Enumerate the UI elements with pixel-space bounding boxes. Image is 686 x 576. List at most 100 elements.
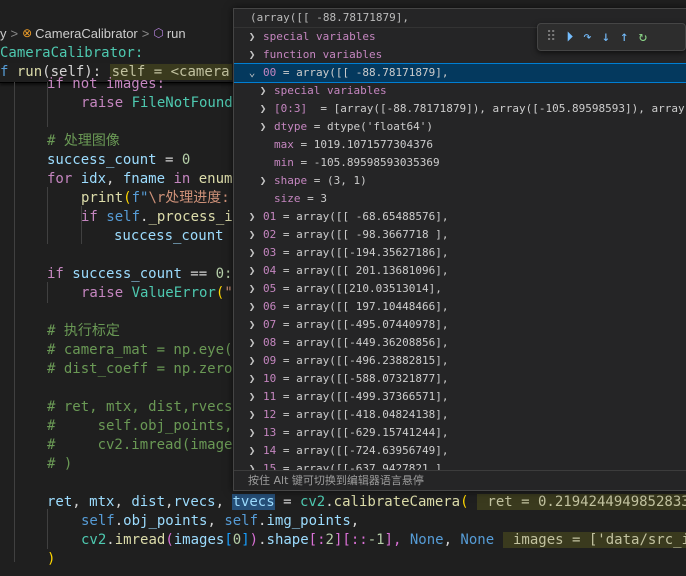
variable-name: 08 bbox=[263, 336, 277, 349]
variable-row[interactable]: ❯ 05 = array([[210.03513014], bbox=[234, 280, 686, 298]
variable-value: = array([[-418.04824138], bbox=[276, 408, 449, 421]
variable-row[interactable]: ❯ 13 = array([[-629.15741244], bbox=[234, 424, 686, 442]
variable-row[interactable]: ❯ 06 = array([[ 197.10448466], bbox=[234, 298, 686, 316]
step-into-icon[interactable]: ↓ bbox=[602, 30, 610, 44]
code-line: if self._process_i bbox=[81, 209, 233, 225]
variable-row[interactable]: ❯ [0:3] = [array([-88.78171879]), array([… bbox=[234, 100, 686, 118]
chevron-right-icon[interactable]: ❯ bbox=[246, 226, 258, 244]
variable-row[interactable]: size = 3 bbox=[234, 190, 686, 208]
indent-guide bbox=[14, 82, 15, 562]
chevron-right-icon[interactable]: ❯ bbox=[246, 352, 258, 370]
variable-name: 07 bbox=[263, 318, 277, 331]
variable-row[interactable]: ❯ 10 = array([[-588.07321877], bbox=[234, 370, 686, 388]
variable-name: size bbox=[274, 192, 301, 205]
gripper-icon[interactable]: ⠿ bbox=[546, 30, 556, 44]
chevron-right-icon[interactable]: ❯ bbox=[246, 388, 258, 406]
variable-text: 03 = array([[-194.35627186], bbox=[263, 244, 448, 262]
step-over-icon[interactable]: ↷ bbox=[583, 30, 591, 44]
variable-value: = array([[-724.63956749], bbox=[276, 444, 449, 457]
variable-row[interactable]: ❯ 11 = array([[-499.37366571], bbox=[234, 388, 686, 406]
chevron-right-icon[interactable]: ❯ bbox=[257, 172, 269, 190]
variable-row[interactable]: ❯ 02 = array([[ -98.3667718 ], bbox=[234, 226, 686, 244]
variable-value: = array([[210.03513014], bbox=[276, 282, 442, 295]
variable-name: 09 bbox=[263, 354, 277, 367]
debug-hover-panel[interactable]: (array([[ -88.78171879], ❯ special variab… bbox=[233, 8, 686, 491]
variable-text: 11 = array([[-499.37366571], bbox=[263, 388, 448, 406]
variable-value: = array([[-629.15741244], bbox=[276, 426, 449, 439]
chevron-right-icon[interactable]: ❯ bbox=[246, 334, 258, 352]
breadcrumb-item-file[interactable]: y bbox=[0, 26, 7, 41]
variable-text: 05 = array([[210.03513014], bbox=[263, 280, 442, 298]
variable-value: = array([[-499.37366571], bbox=[276, 390, 449, 403]
chevron-right-icon[interactable]: ❯ bbox=[257, 82, 269, 100]
variable-row[interactable]: ❯ shape = (3, 1) bbox=[234, 172, 686, 190]
variable-text: max = 1019.1071577304376 bbox=[274, 136, 433, 154]
chevron-right-icon[interactable]: ❯ bbox=[246, 406, 258, 424]
variable-text: dtype = dtype('float64') bbox=[274, 118, 433, 136]
variable-name: dtype bbox=[274, 120, 308, 133]
chevron-right-icon[interactable]: ❯ bbox=[246, 28, 258, 46]
variable-value: = -105.89598593035369 bbox=[293, 156, 440, 169]
chevron-right-icon[interactable]: ❯ bbox=[246, 280, 258, 298]
class-icon: ⊗ bbox=[22, 26, 33, 40]
variable-row[interactable]: ❯ 01 = array([[ -68.65488576], bbox=[234, 208, 686, 226]
variable-row[interactable]: ❯ 07 = array([[-495.07440978], bbox=[234, 316, 686, 334]
variable-value: = array([[ 201.13681096], bbox=[276, 264, 449, 277]
variable-value: = 3 bbox=[300, 192, 327, 205]
chevron-right-icon[interactable]: ❯ bbox=[246, 370, 258, 388]
code-line: print(f"\r处理进度: bbox=[81, 190, 230, 206]
breadcrumb-item-class[interactable]: CameraCalibrator bbox=[35, 26, 138, 41]
chevron-right-icon[interactable]: ❯ bbox=[246, 298, 258, 316]
variable-row[interactable]: ❯ 04 = array([[ 201.13681096], bbox=[234, 262, 686, 280]
sticky-scroll-class[interactable]: CameraCalibrator: bbox=[0, 44, 240, 63]
variable-row[interactable]: ❯ 14 = array([[-724.63956749], bbox=[234, 442, 686, 460]
code-line: success_count = 0 bbox=[47, 152, 191, 168]
code-line: success_count bbox=[114, 228, 224, 244]
variable-text: function variables bbox=[263, 46, 382, 64]
variable-value: = 1019.1071577304376 bbox=[293, 138, 433, 151]
chevron-right-icon[interactable]: ❯ bbox=[246, 424, 258, 442]
variable-name: special variables bbox=[263, 30, 376, 43]
chevron-right-icon[interactable]: ❯ bbox=[246, 442, 258, 460]
variable-row[interactable]: ❯ 08 = array([[-449.36208856], bbox=[234, 334, 686, 352]
inline-value-hint: images = ['data/src_im bbox=[502, 532, 686, 548]
chevron-right-icon[interactable]: ❯ bbox=[246, 244, 258, 262]
variable-row[interactable]: ❯ dtype = dtype('float64') bbox=[234, 118, 686, 136]
variable-name: 02 bbox=[263, 228, 277, 241]
variable-name: 10 bbox=[263, 372, 277, 385]
chevron-down-icon[interactable]: ⌄ bbox=[246, 64, 258, 82]
chevron-right-icon[interactable]: ❯ bbox=[257, 100, 269, 118]
variable-name: 05 bbox=[263, 282, 277, 295]
variable-row[interactable]: max = 1019.1071577304376 bbox=[234, 136, 686, 154]
variable-value: = array([[ -98.3667718 ], bbox=[276, 228, 449, 241]
breadcrumb-item-method[interactable]: run bbox=[167, 26, 186, 41]
step-out-icon[interactable]: ↑ bbox=[620, 30, 628, 44]
variable-name: 11 bbox=[263, 390, 277, 403]
chevron-right-icon[interactable]: ❯ bbox=[246, 316, 258, 334]
restart-icon[interactable]: ↻ bbox=[639, 30, 647, 44]
variable-row[interactable]: ❯ 09 = array([[-496.23882815], bbox=[234, 352, 686, 370]
variable-row[interactable]: ❯ 03 = array([[-194.35627186], bbox=[234, 244, 686, 262]
chevron-right-icon[interactable]: ❯ bbox=[257, 118, 269, 136]
variable-text: [0:3] = [array([-88.78171879]), array([-… bbox=[274, 100, 686, 118]
variable-row[interactable]: ⌄ 00 = array([[ -88.78171879], bbox=[234, 63, 686, 83]
variable-value: = (3, 1) bbox=[307, 174, 367, 187]
chevron-right-icon: > bbox=[141, 25, 150, 41]
variable-name: [0:3] bbox=[274, 102, 308, 115]
variable-row[interactable]: ❯ special variables bbox=[234, 82, 686, 100]
continue-icon[interactable]: ⏵ bbox=[566, 30, 573, 44]
chevron-right-icon[interactable]: ❯ bbox=[246, 208, 258, 226]
variable-name: 06 bbox=[263, 300, 277, 313]
chevron-right-icon[interactable]: ❯ bbox=[246, 46, 258, 64]
variable-value: = dtype('float64') bbox=[307, 120, 433, 133]
chevron-right-icon[interactable]: ❯ bbox=[246, 262, 258, 280]
variable-text: 08 = array([[-449.36208856], bbox=[263, 334, 448, 352]
code-comment: # cv2.imread(image bbox=[47, 437, 233, 453]
variable-value: = array([[-449.36208856], bbox=[276, 336, 449, 349]
variable-text: 12 = array([[-418.04824138], bbox=[263, 406, 448, 424]
hover-footer-hint: 按住 Alt 键可切换到编辑器语言悬停 bbox=[234, 470, 686, 490]
variable-row[interactable]: ❯ 12 = array([[-418.04824138], bbox=[234, 406, 686, 424]
variable-row[interactable]: min = -105.89598593035369 bbox=[234, 154, 686, 172]
variable-text: 04 = array([[ 201.13681096], bbox=[263, 262, 448, 280]
code-line: if not images: bbox=[47, 76, 166, 92]
